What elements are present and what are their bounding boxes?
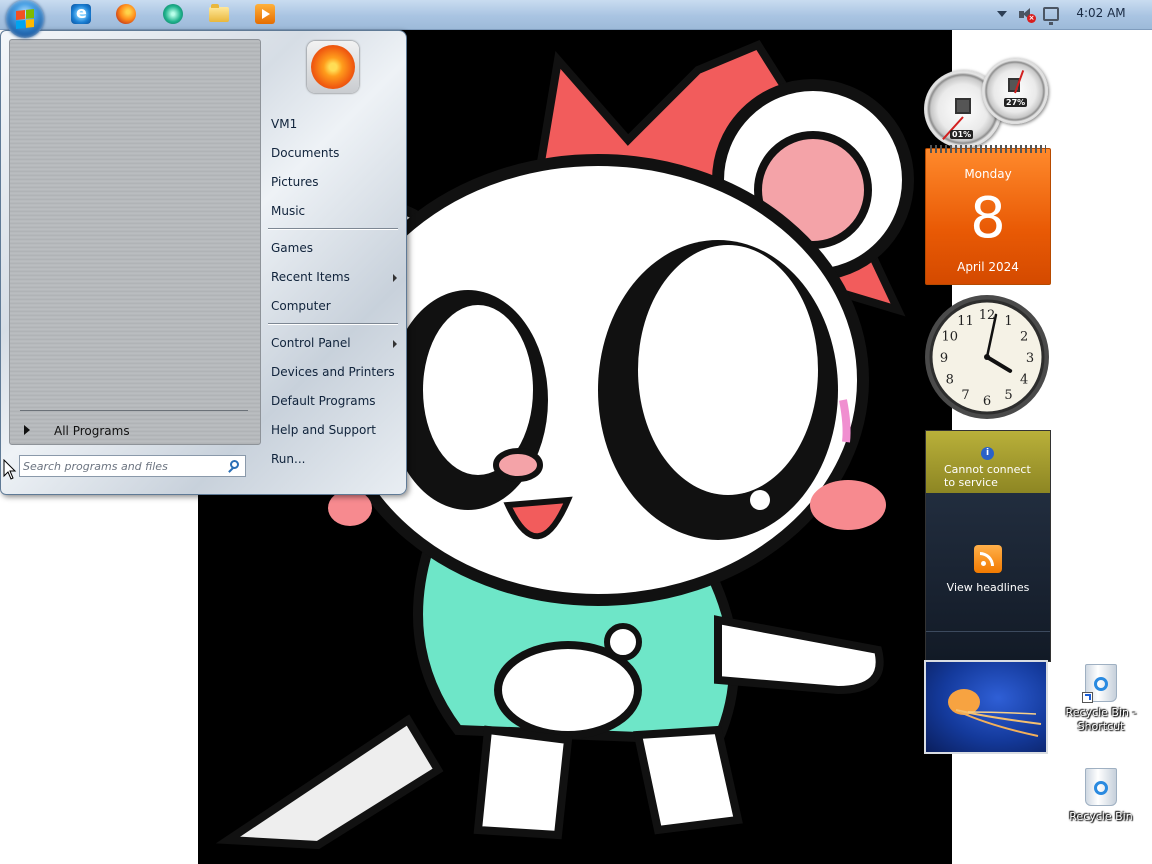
network-icon[interactable]: [1043, 7, 1059, 25]
menu-item-label: Devices and Printers: [271, 365, 395, 379]
taskbar-clock[interactable]: 4:02 AM: [1070, 6, 1132, 20]
clock-numeral: 2: [1020, 330, 1028, 345]
taskbar: × 4:02 AM: [0, 0, 1152, 30]
clock-numeral: 11: [957, 314, 974, 329]
menu-item-music[interactable]: Music: [267, 201, 399, 221]
clock-gadget[interactable]: 1 2 3 4 5 6 7 8 9 10 11 12: [922, 292, 1052, 422]
flower-avatar-icon: [311, 45, 355, 89]
menu-item-label: Help and Support: [271, 423, 376, 437]
menu-item-label: Recent Items: [271, 270, 350, 284]
firefox-icon[interactable]: [116, 4, 136, 24]
clock-numeral: 9: [940, 351, 948, 366]
desktop-icon-label: Recycle Bin - Shortcut: [1065, 706, 1137, 733]
mouse-pointer-icon: [3, 459, 17, 480]
all-programs-button[interactable]: All Programs: [20, 422, 250, 440]
internet-explorer-icon[interactable]: [71, 3, 91, 24]
clock-numeral: 4: [1020, 373, 1028, 388]
video-player-icon[interactable]: [255, 4, 275, 24]
menu-item-run[interactable]: Run...: [267, 449, 399, 469]
cpu-percent: 01%: [950, 130, 974, 139]
calendar-month-year: April 2024: [957, 260, 1019, 274]
speaker-muted-icon[interactable]: ×: [1018, 7, 1036, 23]
show-hidden-icons-chevron-icon[interactable]: [997, 11, 1007, 17]
view-headlines-link[interactable]: View headlines: [926, 581, 1050, 594]
clock-numeral: 1: [1004, 314, 1012, 329]
clock-numeral: 8: [946, 373, 954, 388]
menu-item-label: Run...: [271, 452, 306, 466]
recycle-bin-icon: [1085, 768, 1117, 806]
cpu-meter-gadget[interactable]: 01% 27%: [922, 56, 1050, 148]
all-programs-divider: [20, 410, 248, 411]
all-programs-label: All Programs: [54, 424, 130, 438]
menu-item-documents[interactable]: Documents: [267, 143, 399, 163]
menu-item-default-programs[interactable]: Default Programs: [267, 391, 399, 411]
recycle-bin[interactable]: Recycle Bin: [1062, 768, 1140, 824]
submenu-arrow-icon: [393, 274, 397, 282]
menu-item-label: Pictures: [271, 175, 319, 189]
analog-clock-face: 1234567891011 12: [925, 295, 1049, 419]
memory-usage-dial: 27%: [982, 58, 1048, 124]
clock-numeral: 10: [942, 330, 959, 345]
rss-icon[interactable]: [974, 545, 1002, 573]
menu-item-label: Computer: [271, 299, 331, 313]
slideshow-gadget[interactable]: [924, 660, 1048, 754]
cpu-chip-icon: [955, 98, 971, 114]
programs-list-pane[interactable]: All Programs: [9, 39, 261, 445]
feeds-divider: [926, 631, 1050, 632]
menu-item-label: Music: [271, 204, 306, 218]
user-picture[interactable]: [307, 41, 359, 93]
menu-item-control-panel[interactable]: Control Panel: [267, 333, 399, 353]
jellyfish-photo: [948, 689, 1042, 737]
windows-explorer-icon[interactable]: [209, 4, 229, 22]
start-button[interactable]: [6, 0, 44, 38]
menu-item-recent-items[interactable]: Recent Items: [267, 267, 399, 287]
search-icon[interactable]: [230, 460, 239, 469]
menu-item-label: VM1: [271, 117, 298, 131]
menu-separator: [268, 228, 398, 229]
calendar-day-name: Monday: [964, 167, 1012, 181]
menu-item-label: Default Programs: [271, 394, 376, 408]
search-input[interactable]: [23, 458, 213, 474]
submenu-arrow-icon: [393, 340, 397, 348]
calendar-gadget[interactable]: Monday 8 April 2024: [925, 145, 1051, 285]
recycle-bin-icon: [1082, 664, 1117, 703]
start-menu: All Programs VM1 Documents Pictures Musi…: [0, 30, 407, 495]
calendar-day-number: 8: [970, 186, 1006, 251]
desktop-icon-label: Recycle Bin: [1069, 810, 1133, 823]
menu-item-devices-and-printers[interactable]: Devices and Printers: [267, 362, 399, 382]
info-icon: i: [981, 447, 994, 460]
feeds-error-message: Cannot connect to service: [944, 463, 1031, 489]
menu-item-help-and-support[interactable]: Help and Support: [267, 420, 399, 440]
memory-percent: 27%: [1004, 98, 1028, 107]
feed-headlines-gadget[interactable]: i Cannot connect to service View headlin…: [925, 430, 1051, 662]
menu-item-vm1[interactable]: VM1: [267, 114, 399, 134]
menu-item-label: Control Panel: [271, 336, 351, 350]
menu-item-computer[interactable]: Computer: [267, 296, 399, 316]
menu-item-label: Games: [271, 241, 313, 255]
menu-item-games[interactable]: Games: [267, 238, 399, 258]
menu-separator: [268, 323, 398, 324]
clock-numeral: 6: [983, 394, 991, 409]
feeds-error-banner: i Cannot connect to service: [926, 431, 1050, 493]
clock-numeral: 5: [1004, 388, 1012, 403]
triangle-right-icon: [24, 425, 30, 435]
menu-item-label: Documents: [271, 146, 340, 160]
menu-item-pictures[interactable]: Pictures: [267, 172, 399, 192]
calendar-rings: [930, 145, 1046, 153]
shortcut-arrow-icon: [1082, 692, 1093, 703]
clock-numeral: 12: [979, 308, 996, 323]
clock-numeral: 7: [961, 388, 969, 403]
recycle-bin-shortcut[interactable]: Recycle Bin - Shortcut: [1062, 664, 1140, 734]
media-player-icon[interactable]: [163, 4, 183, 24]
clock-numeral: 3: [1026, 351, 1034, 366]
windows-logo-icon: [16, 9, 34, 29]
search-box[interactable]: [19, 455, 246, 477]
